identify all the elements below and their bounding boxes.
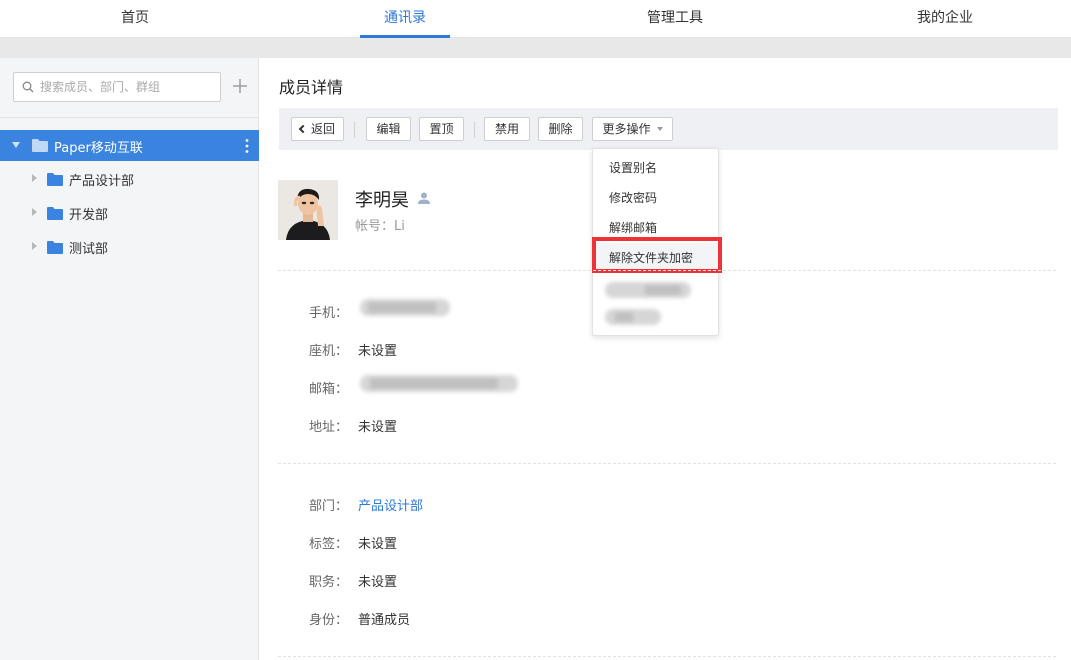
delete-button[interactable]: 删除 [538,117,583,141]
section-divider [278,270,1056,271]
toolbar: 返回 编辑 置顶 禁用 删除 更多操作 [279,108,1058,150]
section-divider [278,463,1056,464]
identity-label: 身份： [309,613,349,628]
more-actions-label: 更多操作 [602,122,651,136]
more-vertical-icon[interactable] [244,138,250,154]
caret-down-icon [656,127,663,131]
disable-button[interactable]: 禁用 [484,117,530,141]
tree-item-label: 产品设计部 [69,174,135,189]
search-icon [22,81,34,93]
caret-right-icon[interactable] [32,208,37,216]
redacted-email [360,375,518,392]
address-value: 未设置 [358,420,398,435]
user-icon [418,192,430,204]
section-divider [278,656,1056,657]
tree-item-label: 测试部 [69,242,109,257]
pin-button[interactable]: 置顶 [419,117,464,141]
folder-icon [32,139,48,152]
tree-item-development[interactable]: 开发部 [0,198,259,228]
search-input[interactable] [40,77,215,97]
folder-icon [47,241,63,254]
header-band [0,38,1071,58]
address-label: 地址： [309,420,349,435]
redacted-phone [360,299,450,316]
edit-button[interactable]: 编辑 [366,117,411,141]
caret-down-icon[interactable] [12,142,20,148]
redacted-menu-item [605,282,691,298]
back-button[interactable]: 返回 [291,117,344,141]
account-label: 帐号：Li [355,219,405,234]
member-name: 李明昊 [355,190,409,211]
tree-root-organization[interactable]: Paper移动互联 [0,130,259,161]
tags-value: 未设置 [358,537,398,552]
chevron-left-icon [298,124,308,134]
highlight-box [592,237,722,273]
caret-right-icon[interactable] [32,242,37,250]
more-actions-button[interactable]: 更多操作 [592,117,673,141]
department-link[interactable]: 产品设计部 [358,495,423,514]
menu-item-change-password[interactable]: 修改密码 [593,183,718,213]
toolbar-divider [474,122,475,138]
top-navigation: 首页 通讯录 管理工具 我的企业 [0,0,1071,38]
tab-my-enterprise[interactable]: 我的企业 [885,0,1005,38]
department-label: 部门： [309,499,349,514]
position-value: 未设置 [358,575,398,590]
landline-label: 座机： [309,344,349,359]
tags-label: 标签： [309,537,349,552]
tab-management-tools[interactable]: 管理工具 [615,0,735,38]
caret-right-icon[interactable] [32,174,37,182]
folder-icon [47,173,63,186]
divider [0,117,259,118]
tab-contacts[interactable]: 通讯录 [360,0,450,38]
menu-item-set-alias[interactable]: 设置别名 [593,153,718,183]
position-label: 职务： [309,575,349,590]
email-label: 邮箱： [309,382,349,397]
add-icon[interactable] [229,75,251,97]
phone-label: 手机： [309,306,349,321]
back-label: 返回 [310,122,335,136]
tab-home[interactable]: 首页 [75,0,195,38]
tree-item-product-design[interactable]: 产品设计部 [0,164,259,194]
landline-value: 未设置 [358,344,398,359]
avatar-photo [278,180,338,240]
tree-item-label: 开发部 [69,208,109,223]
more-actions-menu: 设置别名 修改密码 解绑邮箱 解除文件夹加密 [592,148,722,336]
toolbar-divider [354,122,355,138]
member-detail-panel: 成员详情 返回 编辑 置顶 禁用 删除 更多操作 设置别名 修改密码 解绑邮箱 … [259,58,1071,660]
search-box [13,72,221,102]
redacted-menu-item [605,309,661,325]
page-title: 成员详情 [279,78,344,97]
tree-item-testing[interactable]: 测试部 [0,232,259,262]
sidebar: Paper移动互联 产品设计部 开发部 测试部 [0,58,259,660]
identity-value: 普通成员 [358,613,411,628]
avatar [278,180,338,240]
folder-icon [47,207,63,220]
tree-root-label: Paper移动互联 [54,141,143,156]
